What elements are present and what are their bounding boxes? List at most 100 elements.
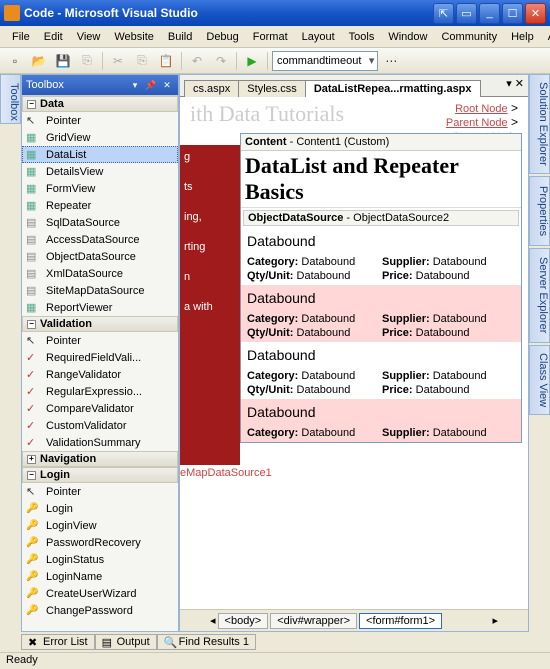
toolbox-item-loginstatus[interactable]: LoginStatus bbox=[22, 551, 178, 568]
menu-edit[interactable]: Edit bbox=[38, 29, 69, 45]
copy-button[interactable]: ⎘ bbox=[131, 50, 153, 72]
aux-button-1[interactable]: ⇱ bbox=[433, 3, 454, 24]
toolbox-item-createuserwizard[interactable]: CreateUserWizard bbox=[22, 585, 178, 602]
tab-find-results[interactable]: 🔍Find Results 1 bbox=[157, 634, 256, 650]
tag-wrapper[interactable]: <div#wrapper> bbox=[270, 613, 357, 629]
doc-tab-3[interactable]: DataListRepea...rmatting.aspx bbox=[305, 80, 481, 97]
toolbox-group-navigation[interactable]: +Navigation bbox=[22, 451, 178, 467]
errorlist-icon: ✖ bbox=[28, 636, 40, 648]
tag-nav-prev[interactable]: ◂ bbox=[210, 614, 216, 627]
solution-explorer-tab[interactable]: Solution Explorer bbox=[529, 74, 550, 174]
save-all-button[interactable]: ⎘ bbox=[76, 50, 98, 72]
menu-file[interactable]: File bbox=[6, 29, 36, 45]
toolbox-header[interactable]: Toolbox ▾ 📌 ✕ bbox=[22, 75, 178, 95]
toolbox-item-formview[interactable]: FormView bbox=[22, 180, 178, 197]
find-combo[interactable]: commandtimeout bbox=[272, 51, 378, 71]
pointer-icon bbox=[26, 114, 42, 127]
toolbox-item-sitemapdatasource[interactable]: SiteMapDataSource bbox=[22, 282, 178, 299]
tab-error-list[interactable]: ✖Error List bbox=[21, 634, 95, 650]
loginstatus-icon bbox=[26, 553, 42, 566]
menu-addins[interactable]: Addins bbox=[542, 29, 550, 45]
tab-output[interactable]: ▤Output bbox=[95, 634, 157, 650]
aux-button-2[interactable]: ▭ bbox=[456, 3, 477, 24]
toolbox-group-validation[interactable]: −Validation bbox=[22, 316, 178, 332]
toolbox-close-button[interactable]: ✕ bbox=[160, 78, 174, 92]
open-button[interactable]: 📂 bbox=[28, 50, 50, 72]
sidebar-partial: g ts ing, rting n a with bbox=[180, 145, 240, 465]
toolbox-group-login[interactable]: −Login bbox=[22, 467, 178, 483]
toolbox-item-login[interactable]: Login bbox=[22, 500, 178, 517]
toolbox-item-sqldatasource[interactable]: SqlDataSource bbox=[22, 214, 178, 231]
toolbox-item-gridview[interactable]: GridView bbox=[22, 129, 178, 146]
toolbox-item-accessdatasource[interactable]: AccessDataSource bbox=[22, 231, 178, 248]
toolbox-item-reportviewer[interactable]: ReportViewer bbox=[22, 299, 178, 316]
toolbox-item-detailsview[interactable]: DetailsView bbox=[22, 163, 178, 180]
toolbox-item-repeater[interactable]: Repeater bbox=[22, 197, 178, 214]
breadcrumb-parent[interactable]: Parent Node bbox=[446, 117, 508, 129]
toolbox-item-passwordrecovery[interactable]: PasswordRecovery bbox=[22, 534, 178, 551]
content-placeholder[interactable]: Content - Content1 (Custom) DataList and… bbox=[240, 133, 522, 443]
menu-website[interactable]: Website bbox=[108, 29, 160, 45]
tag-form[interactable]: <form#form1> bbox=[359, 613, 442, 629]
toolbox-item-objectdatasource[interactable]: ObjectDataSource bbox=[22, 248, 178, 265]
toolbox-item-regexvalidator[interactable]: RegularExpressio... bbox=[22, 383, 178, 400]
undo-button[interactable]: ↶ bbox=[186, 50, 208, 72]
toolbox-group-data[interactable]: −Data bbox=[22, 96, 178, 112]
menu-format[interactable]: Format bbox=[247, 29, 294, 45]
toolbox-item-validationsummary[interactable]: ValidationSummary bbox=[22, 434, 178, 451]
reportviewer-icon bbox=[26, 301, 42, 314]
tag-body[interactable]: <body> bbox=[218, 613, 269, 629]
doc-tab-close[interactable]: ▾ ✕ bbox=[506, 77, 524, 90]
rangevalidator-icon bbox=[26, 368, 42, 381]
toolbox-item-loginname[interactable]: LoginName bbox=[22, 568, 178, 585]
run-button[interactable]: ▶ bbox=[241, 50, 263, 72]
toolbox-dropdown-button[interactable]: ▾ bbox=[128, 78, 142, 92]
toolbox-tab[interactable]: Toolbox bbox=[0, 74, 21, 124]
toolbox-item-pointer[interactable]: Pointer bbox=[22, 112, 178, 129]
app-icon bbox=[4, 5, 20, 21]
class-view-tab[interactable]: Class View bbox=[529, 345, 550, 415]
toolbox-item-loginview[interactable]: LoginView bbox=[22, 517, 178, 534]
close-button[interactable]: ✕ bbox=[525, 3, 546, 24]
toolbox-item-customvalidator[interactable]: CustomValidator bbox=[22, 417, 178, 434]
menu-build[interactable]: Build bbox=[162, 29, 198, 45]
toolbox-item-xmldatasource[interactable]: XmlDataSource bbox=[22, 265, 178, 282]
doc-tab-1[interactable]: cs.aspx bbox=[184, 80, 239, 97]
toolbox-item-comparevalidator[interactable]: CompareValidator bbox=[22, 400, 178, 417]
menu-window[interactable]: Window bbox=[382, 29, 433, 45]
toolbox-item-changepassword[interactable]: ChangePassword bbox=[22, 602, 178, 619]
toolbox-item-pointer-2[interactable]: Pointer bbox=[22, 332, 178, 349]
save-button[interactable]: 💾 bbox=[52, 50, 74, 72]
menu-tools[interactable]: Tools bbox=[343, 29, 381, 45]
status-bar: Ready bbox=[0, 652, 550, 669]
paste-button[interactable]: 📋 bbox=[155, 50, 177, 72]
login-icon bbox=[26, 502, 42, 515]
tag-navigator: ◂ <body> <div#wrapper> <form#form1> ▸ bbox=[180, 609, 528, 631]
redo-button[interactable]: ↷ bbox=[210, 50, 232, 72]
toolbox-item-rangevalidator[interactable]: RangeValidator bbox=[22, 366, 178, 383]
menu-layout[interactable]: Layout bbox=[296, 29, 341, 45]
new-button[interactable]: ▫ bbox=[4, 50, 26, 72]
repeater-icon bbox=[26, 199, 42, 212]
breadcrumb-root[interactable]: Root Node bbox=[455, 103, 508, 115]
doc-tab-2[interactable]: Styles.css bbox=[238, 80, 306, 97]
design-surface[interactable]: ith Data Tutorials Root Node > Parent No… bbox=[180, 97, 528, 609]
properties-tab[interactable]: Properties bbox=[529, 176, 550, 246]
tag-nav-next[interactable]: ▸ bbox=[492, 614, 498, 627]
toolbox-item-requiredfield[interactable]: RequiredFieldVali... bbox=[22, 349, 178, 366]
menu-help[interactable]: Help bbox=[505, 29, 540, 45]
toolbox-item-datalist[interactable]: DataList bbox=[22, 146, 178, 163]
cut-button[interactable]: ✂ bbox=[107, 50, 129, 72]
toolbox-item-pointer-3[interactable]: Pointer bbox=[22, 483, 178, 500]
toolbox-pin-button[interactable]: 📌 bbox=[144, 78, 158, 92]
objectdatasource-label[interactable]: ObjectDataSource - ObjectDataSource2 bbox=[243, 210, 519, 226]
menu-view[interactable]: View bbox=[71, 29, 107, 45]
output-icon: ▤ bbox=[102, 636, 114, 648]
menu-community[interactable]: Community bbox=[435, 29, 503, 45]
more-button[interactable]: ⋯ bbox=[380, 50, 402, 72]
menu-debug[interactable]: Debug bbox=[200, 29, 244, 45]
server-explorer-tab[interactable]: Server Explorer bbox=[529, 248, 550, 343]
maximize-button[interactable]: ☐ bbox=[502, 3, 523, 24]
minimize-button[interactable]: _ bbox=[479, 3, 500, 24]
content-label: Content - Content1 (Custom) bbox=[241, 134, 521, 151]
